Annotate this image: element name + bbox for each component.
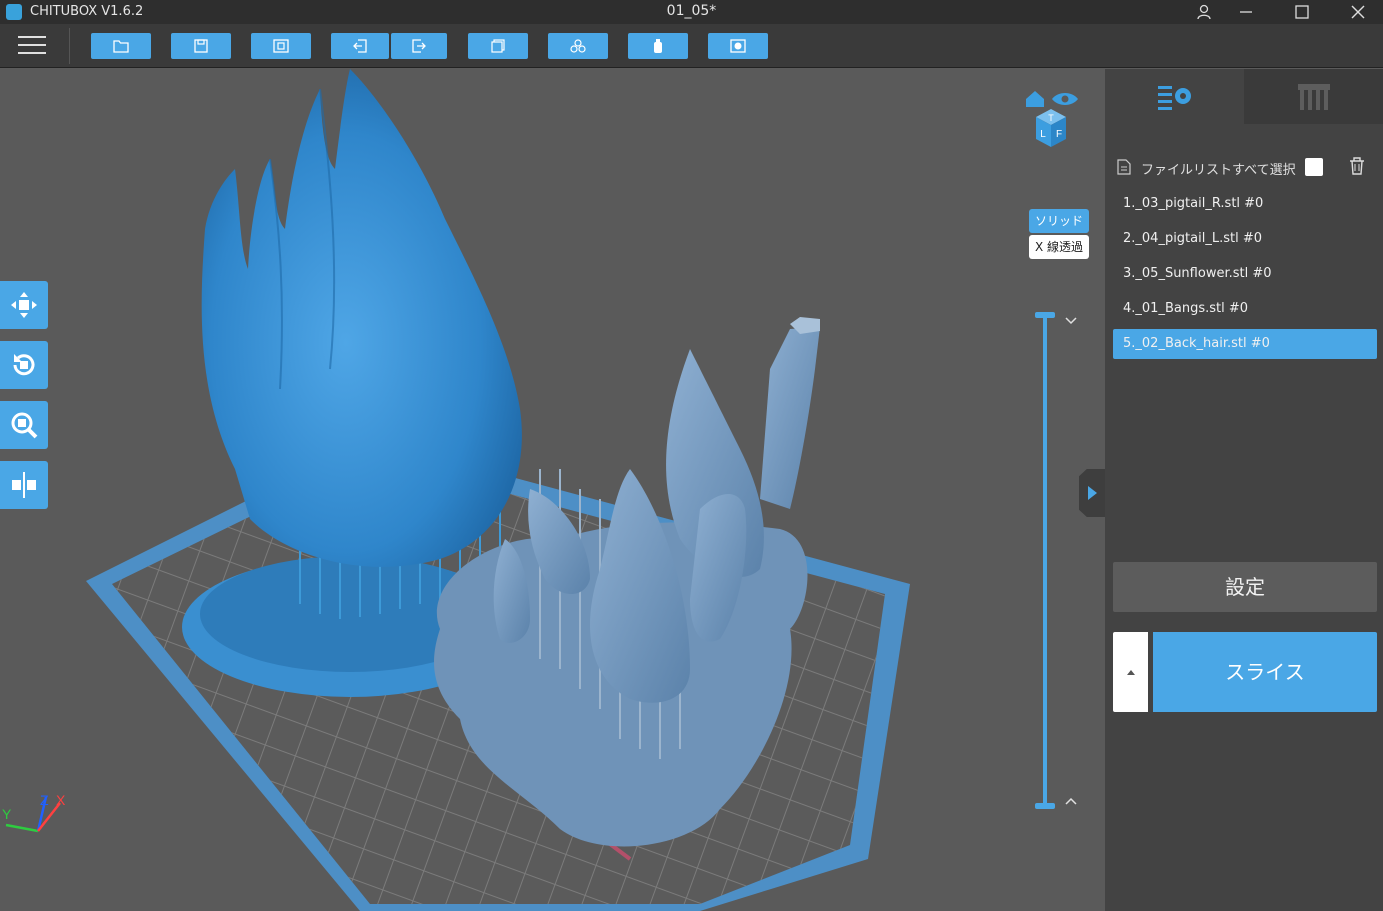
chevron-up-icon[interactable] — [1063, 795, 1079, 807]
select-all-label: ファイルリストすべて選択 — [1141, 163, 1296, 178]
save-button[interactable] — [171, 33, 231, 59]
file-list-item[interactable]: 4._01_Bangs.stl #0 — [1113, 294, 1377, 324]
xray-mode-button[interactable]: X 線透過 — [1029, 235, 1089, 259]
move-icon — [11, 292, 37, 318]
rotate-tool-button[interactable] — [0, 341, 48, 389]
copy-layers-button[interactable] — [468, 33, 528, 59]
bottle-button[interactable] — [628, 33, 688, 59]
slice-options-button[interactable] — [1113, 632, 1148, 712]
hamburger-menu-icon[interactable] — [18, 36, 46, 56]
axes-gizmo: Y Z X — [2, 792, 66, 833]
view-cube-left-label[interactable]: L — [1040, 129, 1046, 140]
settings-tab-icon — [1157, 85, 1191, 110]
tab-settings[interactable] — [1105, 69, 1244, 124]
file-list-item[interactable]: 2._04_pigtail_L.stl #0 — [1113, 224, 1377, 254]
settings-button[interactable]: 設定 — [1113, 562, 1377, 612]
screenshot-button[interactable] — [251, 33, 311, 59]
minimize-icon[interactable] — [1224, 0, 1268, 24]
hollow-button[interactable] — [708, 33, 768, 59]
view-cube-top-label[interactable]: T — [1048, 113, 1054, 123]
scale-tool-button[interactable] — [0, 401, 48, 449]
toolbar — [0, 24, 1383, 68]
right-panel: ファイルリストすべて選択 1._03_pigtail_R.stl #0 2._0… — [1105, 69, 1383, 911]
tab-supports[interactable] — [1244, 69, 1383, 124]
layer-slider-top-handle[interactable] — [1035, 312, 1055, 318]
3d-viewport[interactable]: T L F ソリッド X 線透過 Y Z X — [0, 69, 1105, 911]
axis-x-label: X — [56, 792, 66, 808]
scale-icon — [11, 412, 38, 439]
import-button[interactable] — [331, 33, 389, 59]
trash-icon[interactable] — [1349, 157, 1365, 175]
file-list-item[interactable]: 1._03_pigtail_R.stl #0 — [1113, 189, 1377, 219]
export-icon — [412, 39, 426, 53]
slice-group: スライス — [1113, 632, 1377, 712]
screenshot-icon — [273, 39, 289, 53]
hollow-icon — [730, 39, 746, 53]
toolbar-divider — [69, 28, 70, 64]
mirror-tool-button[interactable] — [0, 461, 48, 509]
file-list: 1._03_pigtail_R.stl #0 2._04_pigtail_L.s… — [1113, 189, 1377, 364]
select-all-checkbox[interactable] — [1305, 158, 1323, 176]
file-list-item[interactable]: 3._05_Sunflower.stl #0 — [1113, 259, 1377, 289]
chitubox-window: CHITUBOX V1.6.2 01_05* T L F ソリッド X 線透過 … — [0, 0, 1383, 911]
axis-z-label: Z — [40, 792, 49, 808]
axis-y-label: Y — [2, 806, 12, 822]
play-right-icon — [1088, 486, 1097, 500]
file-list-item-selected[interactable]: 5._02_Back_hair.stl #0 — [1113, 329, 1377, 359]
layer-slider-bottom-handle[interactable] — [1035, 803, 1055, 809]
move-tool-button[interactable] — [0, 281, 48, 329]
document-title: 01_05* — [666, 3, 717, 19]
view-cube-front-label[interactable]: F — [1056, 129, 1062, 140]
panel-tabs — [1105, 69, 1383, 124]
export-button[interactable] — [391, 33, 447, 59]
home-view-icon[interactable] — [1026, 91, 1044, 107]
import-icon — [353, 39, 367, 53]
title-bar: CHITUBOX V1.6.2 01_05* — [0, 0, 1383, 24]
slice-button[interactable]: スライス — [1153, 632, 1377, 712]
save-icon — [194, 39, 208, 53]
chevron-down-icon[interactable] — [1063, 315, 1079, 327]
caret-up-icon — [1126, 670, 1135, 675]
copy-layers-icon — [491, 39, 505, 53]
view-cube[interactable]: T L F — [1022, 87, 1080, 151]
supports-tab-icon — [1297, 83, 1330, 110]
bottle-icon — [654, 39, 662, 53]
model-back-hair-selected[interactable] — [201, 69, 522, 567]
open-file-icon — [113, 40, 129, 53]
file-list-icon — [1117, 159, 1131, 175]
scene-canvas[interactable] — [0, 69, 1105, 911]
arrange-icon — [570, 39, 586, 53]
open-file-button[interactable] — [91, 33, 151, 59]
layer-slider[interactable] — [1035, 312, 1055, 809]
side-toolbar — [0, 281, 48, 521]
arrange-button[interactable] — [548, 33, 608, 59]
eye-view-icon[interactable] — [1052, 93, 1078, 105]
file-list-header: ファイルリストすべて選択 — [1117, 155, 1379, 181]
panel-collapse-toggle[interactable] — [1079, 469, 1105, 517]
mirror-icon — [12, 472, 36, 498]
close-icon[interactable] — [1336, 0, 1380, 24]
rotate-icon — [13, 354, 35, 376]
maximize-icon[interactable] — [1280, 0, 1324, 24]
solid-mode-button[interactable]: ソリッド — [1029, 209, 1089, 233]
user-icon[interactable] — [1182, 0, 1226, 24]
